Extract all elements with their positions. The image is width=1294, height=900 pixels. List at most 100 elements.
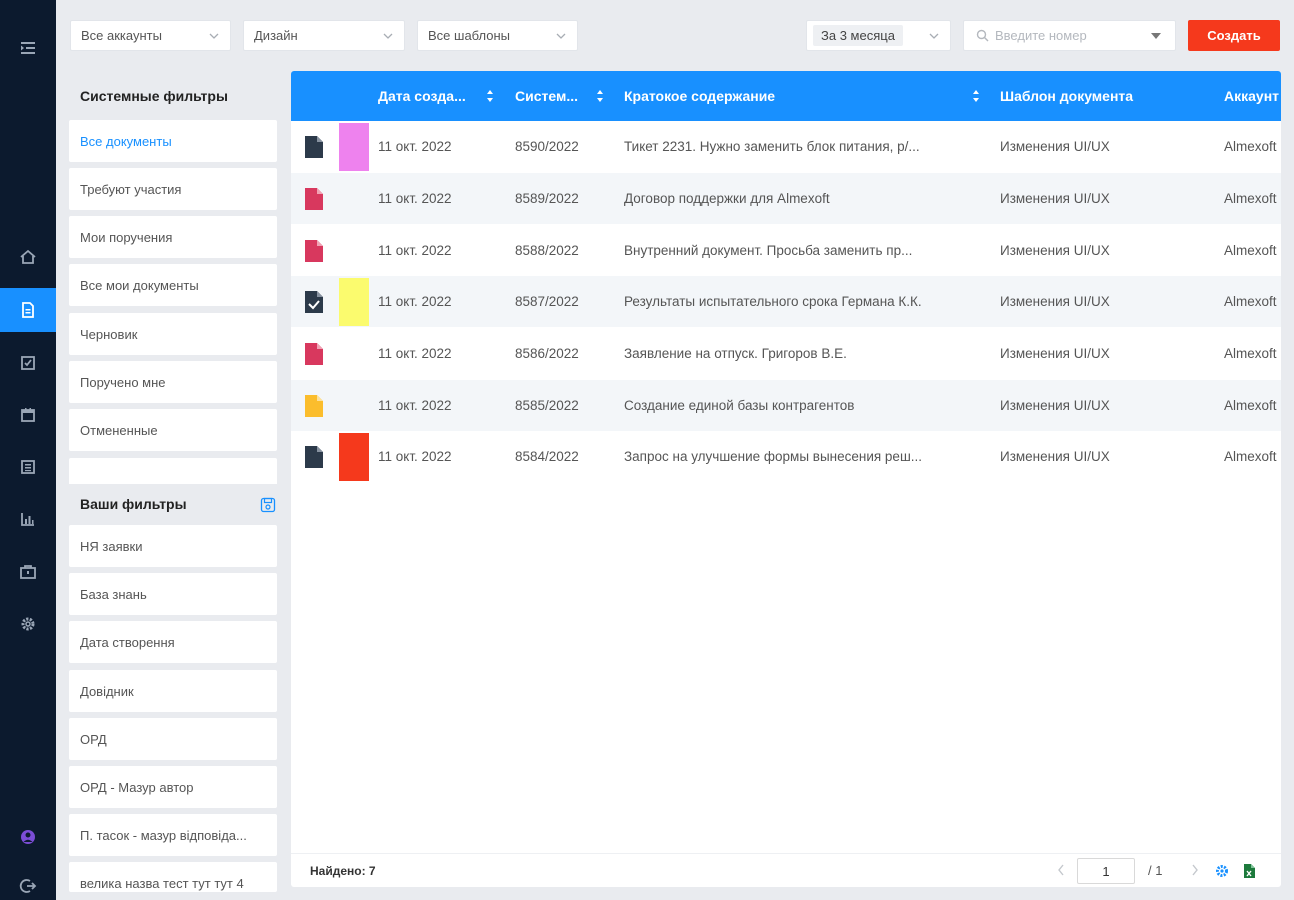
color-marker: [339, 433, 369, 481]
cell-template: Изменения UI/UX: [1000, 346, 1110, 361]
cell-number: 8588/2022: [515, 243, 579, 258]
cell-account: Almexoft: [1224, 449, 1277, 464]
sort-icon[interactable]: [596, 89, 604, 103]
chevron-right-icon[interactable]: [1190, 863, 1200, 877]
cell-template: Изменения UI/UX: [1000, 449, 1110, 464]
cell-date: 11 окт. 2022: [378, 139, 452, 154]
column-system-number[interactable]: Систем...: [515, 71, 593, 121]
period-select[interactable]: За 3 месяца: [806, 20, 951, 51]
chevron-down-icon: [209, 33, 219, 39]
your-filter-item[interactable]: Довідник: [69, 670, 277, 712]
calendar-icon[interactable]: [0, 393, 56, 437]
color-marker: [339, 278, 369, 326]
system-filter-item[interactable]: Требуют участия: [69, 168, 277, 210]
table-row[interactable]: 11 окт. 2022 8584/2022 Запрос на улучшен…: [291, 431, 1281, 482]
excel-export-icon[interactable]: [1241, 863, 1257, 879]
chevron-down-icon: [556, 33, 566, 39]
doc-yellow-icon: [305, 395, 323, 417]
cell-account: Almexoft: [1224, 243, 1277, 258]
accounts-select-value: Все аккаунты: [81, 28, 162, 43]
table-settings-icon[interactable]: [1214, 863, 1230, 879]
cell-template: Изменения UI/UX: [1000, 191, 1110, 206]
save-filter-icon[interactable]: [260, 497, 276, 513]
table-row[interactable]: 11 окт. 2022 8585/2022 Создание единой б…: [291, 380, 1281, 431]
system-filter-item[interactable]: Отмененные: [69, 409, 277, 451]
cell-date: 11 окт. 2022: [378, 294, 452, 309]
your-filters-title: Ваши фильтры: [80, 496, 187, 512]
your-filter-item[interactable]: велика назва тест тут тут 4: [69, 862, 277, 892]
cell-summary: Заявление на отпуск. Григоров В.Е.: [624, 346, 847, 361]
column-account[interactable]: Аккаунт: [1224, 71, 1281, 121]
cell-summary: Тикет 2231. Нужно заменить блок питания,…: [624, 139, 920, 154]
system-filter-item[interactable]: Поручено мне: [69, 361, 277, 403]
cell-number: 8585/2022: [515, 398, 579, 413]
column-template[interactable]: Шаблон документа: [1000, 71, 1200, 121]
sort-icon[interactable]: [486, 89, 494, 103]
system-filter-item[interactable]: Все документы: [69, 120, 277, 162]
chevron-down-icon: [383, 33, 393, 39]
table-row[interactable]: 11 окт. 2022 8588/2022 Внутренний докуме…: [291, 225, 1281, 276]
cell-date: 11 окт. 2022: [378, 243, 452, 258]
cell-summary: Запрос на улучшение формы вынесения реш.…: [624, 449, 923, 464]
caret-down-icon[interactable]: [1151, 33, 1161, 39]
system-filters-title: Системные фильтры: [80, 88, 228, 104]
table-row[interactable]: 11 окт. 2022 8589/2022 Договор поддержки…: [291, 173, 1281, 224]
home-icon[interactable]: [0, 235, 56, 279]
documents-icon[interactable]: [0, 288, 56, 332]
table-row[interactable]: 11 окт. 2022 8587/2022 Результаты испыта…: [291, 276, 1281, 327]
system-filter-item[interactable]: Мои поручения: [69, 216, 277, 258]
user-avatar-icon[interactable]: [0, 815, 56, 859]
page-input[interactable]: [1077, 858, 1135, 884]
table-row[interactable]: 11 окт. 2022 8590/2022 Тикет 2231. Нужно…: [291, 121, 1281, 172]
chart-icon[interactable]: [0, 497, 56, 541]
column-summary-label: Кратокое содержание: [624, 88, 776, 104]
cell-number: 8584/2022: [515, 449, 579, 464]
found-count: Найдено: 7: [310, 864, 376, 878]
doc-dark-icon: [305, 446, 323, 468]
briefcase-icon[interactable]: [0, 550, 56, 594]
left-nav: [0, 0, 56, 900]
your-filter-item[interactable]: ОРД - Мазур автор: [69, 766, 277, 808]
accounts-select[interactable]: Все аккаунты: [70, 20, 231, 51]
system-filter-item[interactable]: Черновик: [69, 313, 277, 355]
table-header: Дата созда... Систем... Кратокое содержа…: [291, 71, 1281, 121]
cell-date: 11 окт. 2022: [378, 346, 452, 361]
create-button[interactable]: Создать: [1188, 20, 1280, 51]
color-marker: [339, 123, 369, 171]
number-search[interactable]: [963, 20, 1176, 51]
cell-date: 11 окт. 2022: [378, 398, 452, 413]
your-filter-item[interactable]: НЯ заявки: [69, 525, 277, 567]
design-select[interactable]: Дизайн: [243, 20, 405, 51]
your-filter-item[interactable]: База знань: [69, 573, 277, 615]
period-tag: За 3 месяца: [813, 25, 903, 46]
templates-select-value: Все шаблоны: [428, 28, 511, 43]
chevron-left-icon[interactable]: [1056, 863, 1066, 877]
cell-template: Изменения UI/UX: [1000, 294, 1110, 309]
cell-template: Изменения UI/UX: [1000, 243, 1110, 258]
doc-dark-icon: [305, 136, 323, 158]
chevron-down-icon: [929, 33, 939, 39]
your-filter-item[interactable]: ОРД: [69, 718, 277, 760]
settings-gear-icon[interactable]: [0, 602, 56, 646]
your-filter-item[interactable]: П. тасок - мазур відповіда...: [69, 814, 277, 856]
templates-select[interactable]: Все шаблоны: [417, 20, 578, 51]
logout-icon[interactable]: [0, 864, 56, 900]
your-filter-item[interactable]: Дата створення: [69, 621, 277, 663]
system-filter-item[interactable]: Все мои документы: [69, 264, 277, 306]
number-search-input[interactable]: [995, 28, 1145, 43]
collapse-menu-icon[interactable]: [0, 26, 56, 70]
sort-icon[interactable]: [972, 89, 980, 103]
cell-account: Almexoft: [1224, 139, 1277, 154]
cell-number: 8586/2022: [515, 346, 579, 361]
cell-account: Almexoft: [1224, 398, 1277, 413]
column-summary[interactable]: Кратокое содержание: [624, 71, 954, 121]
tasks-icon[interactable]: [0, 341, 56, 385]
cell-number: 8589/2022: [515, 191, 579, 206]
column-date[interactable]: Дата созда...: [378, 71, 490, 121]
doc-check-icon: [305, 291, 323, 313]
column-account-label: Аккаунт: [1224, 88, 1280, 104]
table-row[interactable]: 11 окт. 2022 8586/2022 Заявление на отпу…: [291, 328, 1281, 379]
list-icon[interactable]: [0, 445, 56, 489]
column-date-label: Дата созда...: [378, 88, 466, 104]
cell-account: Almexoft: [1224, 191, 1277, 206]
